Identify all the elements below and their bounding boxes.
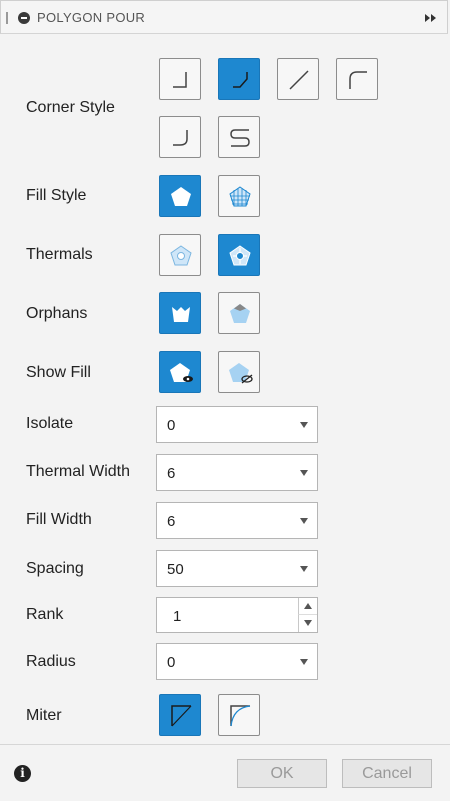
- dialog-title: POLYGON POUR: [37, 10, 146, 25]
- isolate-select[interactable]: 0: [156, 406, 318, 443]
- orphan-kept-icon: [230, 304, 250, 323]
- thermals-on-button[interactable]: [218, 234, 260, 276]
- radius-value: 0: [167, 654, 176, 671]
- orphans-on-button[interactable]: [218, 292, 260, 334]
- spacing-select[interactable]: 50: [156, 550, 318, 587]
- orphans-off-button[interactable]: [159, 292, 201, 334]
- orphan-removed-icon: [172, 307, 190, 322]
- thermal-width-label: Thermal Width: [26, 463, 131, 480]
- fill-hatch-button[interactable]: [218, 175, 260, 217]
- corner-style-label: Corner Style: [26, 99, 115, 116]
- miter-label: Miter: [26, 707, 62, 724]
- ok-button[interactable]: OK: [237, 759, 327, 788]
- thermals-off-button[interactable]: [159, 234, 201, 276]
- thermal-width-select[interactable]: 6: [156, 454, 318, 491]
- fill-width-select[interactable]: 6: [156, 502, 318, 539]
- drag-handle[interactable]: [6, 12, 8, 24]
- corner-chamfer-icon: [233, 72, 248, 88]
- corner-square-icon: [173, 72, 187, 88]
- collapse-icon[interactable]: [18, 12, 30, 24]
- show-fill-label: Show Fill: [26, 364, 91, 381]
- corner-diagonal-button[interactable]: [277, 58, 319, 100]
- fill-style-label: Fill Style: [26, 187, 87, 204]
- rank-value: 1: [173, 608, 182, 625]
- hatch-pentagon-icon: [229, 186, 251, 207]
- isolate-value: 0: [167, 417, 176, 434]
- radius-select[interactable]: 0: [156, 643, 318, 680]
- corner-round-inner-button[interactable]: [159, 116, 201, 158]
- thermal-width-value: 6: [167, 465, 176, 482]
- dialog-footer: i OK Cancel: [0, 744, 450, 801]
- corner-diagonal-icon: [289, 70, 309, 90]
- corner-chamfer-button[interactable]: [218, 58, 260, 100]
- miter-straight-button[interactable]: [159, 694, 201, 736]
- corner-s-curve-button[interactable]: [218, 116, 260, 158]
- chevron-down-icon: [300, 566, 308, 572]
- thermals-label: Thermals: [26, 246, 93, 263]
- radius-label: Radius: [26, 653, 76, 670]
- decrement-arrow-icon[interactable]: [298, 615, 317, 632]
- thermal-on-pentagon-icon: [229, 245, 251, 266]
- fill-hidden-icon: [229, 363, 253, 384]
- title-bar: POLYGON POUR: [0, 0, 448, 34]
- show-fill-on-button[interactable]: [159, 351, 201, 393]
- expand-arrows-icon[interactable]: [423, 12, 439, 24]
- info-icon[interactable]: i: [14, 765, 31, 782]
- rank-label: Rank: [26, 606, 64, 623]
- corner-square-button[interactable]: [159, 58, 201, 100]
- fill-width-label: Fill Width: [26, 511, 92, 528]
- thermal-off-pentagon-icon: [170, 245, 192, 266]
- corner-round-inner-icon: [173, 130, 188, 146]
- rank-spinbox[interactable]: 1: [156, 597, 318, 633]
- orphans-label: Orphans: [26, 305, 88, 322]
- miter-round-button[interactable]: [218, 694, 260, 736]
- miter-round-icon: [230, 705, 251, 727]
- corner-round-button[interactable]: [336, 58, 378, 100]
- show-fill-off-button[interactable]: [218, 351, 260, 393]
- spacing-label: Spacing: [26, 560, 84, 577]
- chevron-down-icon: [300, 422, 308, 428]
- solid-pentagon-icon: [171, 187, 191, 206]
- chevron-down-icon: [300, 518, 308, 524]
- corner-round-icon: [349, 71, 367, 89]
- fill-solid-button[interactable]: [159, 175, 201, 217]
- chevron-down-icon: [300, 470, 308, 476]
- cancel-button[interactable]: Cancel: [342, 759, 432, 788]
- miter-straight-icon: [171, 705, 192, 727]
- spacing-value: 50: [167, 561, 184, 578]
- isolate-label: Isolate: [26, 415, 74, 432]
- corner-s-curve-icon: [230, 129, 250, 147]
- fill-width-value: 6: [167, 513, 176, 530]
- increment-arrow-icon[interactable]: [298, 598, 317, 615]
- chevron-down-icon: [300, 659, 308, 665]
- fill-visible-icon: [170, 363, 193, 382]
